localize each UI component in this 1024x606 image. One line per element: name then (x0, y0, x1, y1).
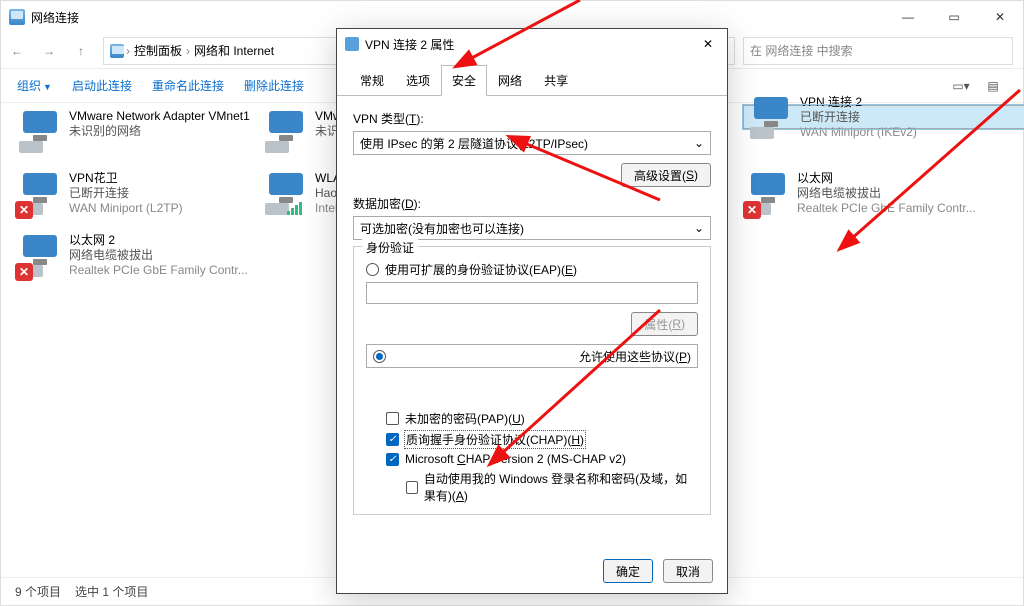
connection-icon: ✕ (747, 171, 791, 215)
item-device: WAN Miniport (L2TP) (69, 201, 251, 216)
app-icon (9, 9, 25, 25)
encryption-label: 数据加密(D): (353, 195, 711, 212)
cancel-button[interactable]: 取消 (663, 559, 713, 583)
window-title: 网络连接 (31, 9, 79, 26)
tab-strip: 常规 选项 安全 网络 共享 (337, 65, 727, 96)
connection-item[interactable]: VPN 连接 2 已断开连接 WAN Miniport (IKEv2) (743, 105, 1024, 129)
connection-icon (19, 109, 63, 153)
tab-network[interactable]: 网络 (487, 65, 533, 96)
advanced-settings-button[interactable]: 高级设置(S) (621, 163, 711, 187)
item-status: 网络电缆被拔出 (69, 248, 251, 263)
tab-sharing[interactable]: 共享 (533, 65, 579, 96)
tab-security[interactable]: 安全 (441, 65, 487, 96)
sep-icon: › (186, 44, 190, 58)
maximize-button[interactable]: ▭ (931, 1, 977, 33)
back-button[interactable]: ← (1, 37, 33, 65)
dialog-title-bar: VPN 连接 2 属性 ✕ (337, 29, 727, 59)
connection-icon: ✕ (19, 171, 63, 215)
dialog-body: VPN 类型(T): 使用 IPsec 的第 2 层隧道协议(L2TP/IPse… (337, 96, 727, 515)
pap-checkbox[interactable]: 未加密的密码(PAP)(U) (386, 410, 698, 427)
dialog-title: VPN 连接 2 属性 (365, 36, 454, 53)
vpn-type-select[interactable]: 使用 IPsec 的第 2 层隧道协议(L2TP/IPsec) ⌄ (353, 131, 711, 155)
item-device: Realtek PCIe GbE Family Contr... (797, 201, 979, 216)
eap-radio[interactable]: 使用可扩展的身份验证协议(EAP)(E) (366, 261, 698, 278)
item-count: 9 个项目 (15, 583, 61, 600)
item-name: 以太网 (797, 171, 979, 186)
item-name: VPN花卫 (69, 171, 251, 186)
delete-connection[interactable]: 删除此连接 (244, 77, 304, 94)
vpn-type-value: 使用 IPsec 的第 2 层隧道协议(L2TP/IPsec) (360, 135, 588, 152)
search-placeholder: 在 网络连接 中搜索 (750, 42, 853, 59)
connection-icon (265, 109, 309, 153)
dialog-icon (345, 37, 359, 51)
start-connection[interactable]: 启动此连接 (72, 77, 132, 94)
encryption-value: 可选加密(没有加密也可以连接) (360, 220, 524, 237)
item-device: WAN Miniport (IKEv2) (800, 125, 1024, 140)
close-button[interactable]: ✕ (977, 1, 1023, 33)
encryption-select[interactable]: 可选加密(没有加密也可以连接) ⌄ (353, 216, 711, 240)
tab-general[interactable]: 常规 (349, 65, 395, 96)
auth-legend: 身份验证 (362, 239, 418, 256)
connection-icon: ✕ (19, 233, 63, 277)
item-status: 未识别的网络 (69, 124, 251, 139)
forward-button[interactable]: → (33, 37, 65, 65)
eap-method-select (366, 282, 698, 304)
auto-windows-logon-checkbox[interactable]: 自动使用我的 Windows 登录名称和密码(及域，如果有)(A) (406, 470, 698, 504)
address-icon (110, 44, 124, 58)
chevron-down-icon: ⌄ (694, 221, 704, 235)
item-name: 以太网 2 (69, 233, 251, 248)
minimize-button[interactable]: — (885, 1, 931, 33)
breadcrumb-control-panel[interactable]: 控制面板 (134, 42, 182, 59)
connection-icon (750, 95, 794, 139)
connection-item[interactable]: ✕ VPN花卫 已断开连接 WAN Miniport (L2TP) (15, 167, 255, 225)
item-status: 已断开连接 (69, 186, 251, 201)
connection-icon (265, 171, 309, 215)
allow-protocols-radio[interactable]: 允许使用这些协议(P) (366, 344, 698, 368)
vpn-type-label: VPN 类型(T): (353, 110, 711, 127)
connection-item[interactable]: VMware Network Adapter VMnet1 未识别的网络 (15, 105, 255, 163)
breadcrumb-network-internet[interactable]: 网络和 Internet (194, 42, 274, 59)
search-input[interactable]: 在 网络连接 中搜索 (743, 37, 1013, 65)
properties-dialog: VPN 连接 2 属性 ✕ 常规 选项 安全 网络 共享 VPN 类型(T): … (336, 28, 728, 594)
rename-connection[interactable]: 重命名此连接 (152, 77, 224, 94)
sep-icon: › (126, 44, 130, 58)
item-status: 已断开连接 (800, 110, 1024, 125)
chevron-down-icon: ⌄ (694, 136, 704, 150)
eap-properties-button: 属性(R) (631, 312, 698, 336)
tab-options[interactable]: 选项 (395, 65, 441, 96)
connection-item[interactable]: ✕ 以太网 网络电缆被拔出 Realtek PCIe GbE Family Co… (743, 167, 983, 225)
selected-count: 选中 1 个项目 (75, 583, 148, 600)
up-button[interactable]: ↑ (65, 37, 97, 65)
mschap-checkbox[interactable]: Microsoft CHAP Version 2 (MS-CHAP v2) (386, 452, 698, 466)
auth-fieldset: 身份验证 使用可扩展的身份验证协议(EAP)(E) 属性(R) 允许使用这些协议… (353, 246, 711, 515)
item-name: VMware Network Adapter VMnet1 (69, 109, 251, 124)
organize-menu[interactable]: 组织▼ (17, 77, 52, 94)
connection-item[interactable]: ✕ 以太网 2 网络电缆被拔出 Realtek PCIe GbE Family … (15, 229, 255, 287)
ok-button[interactable]: 确定 (603, 559, 653, 583)
item-status: 网络电缆被拔出 (797, 186, 979, 201)
item-device: Realtek PCIe GbE Family Contr... (69, 263, 251, 278)
dialog-close-button[interactable]: ✕ (693, 31, 723, 57)
chap-checkbox[interactable]: 质询握手身份验证协议(CHAP)(H) (386, 431, 698, 448)
item-name: VPN 连接 2 (800, 95, 1024, 110)
